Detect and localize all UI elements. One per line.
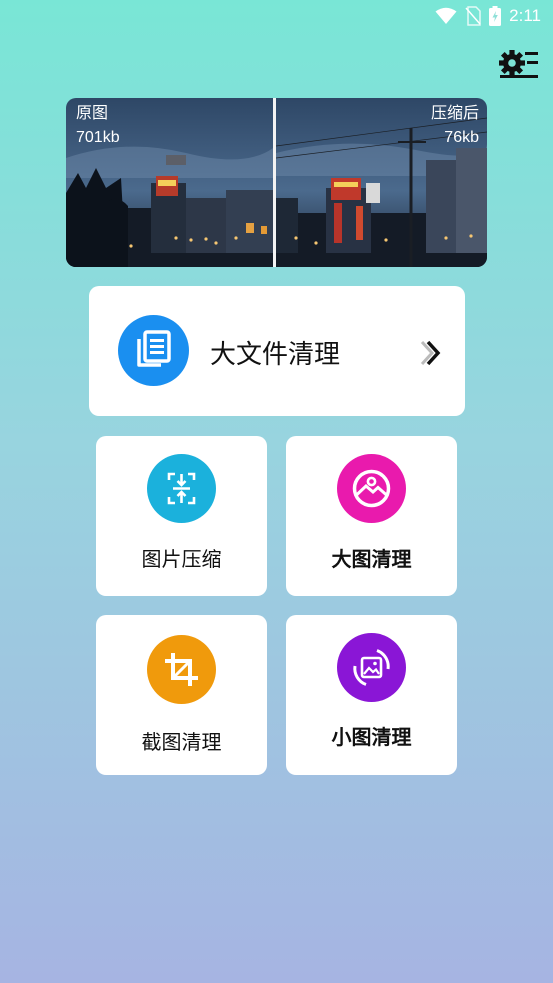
image-compress-tile[interactable]: 图片压缩: [96, 436, 267, 596]
compressed-size: 76kb: [444, 129, 479, 146]
big-file-clean-card[interactable]: 大文件清理: [89, 286, 465, 416]
compression-preview: 原图 701kb 压缩后 76kb: [66, 98, 487, 267]
chevron-right-icon: [420, 340, 441, 366]
battery-charging-icon: [489, 6, 502, 26]
crop-icon: [147, 635, 216, 704]
original-size: 701kb: [76, 129, 120, 146]
screenshot-clean-tile[interactable]: 截图清理: [96, 615, 267, 775]
big-file-clean-label: 大文件清理: [210, 340, 341, 370]
compress-icon: [147, 454, 216, 523]
no-sim-icon: [465, 6, 481, 26]
screenshot-clean-label: 截图清理: [141, 730, 222, 754]
settings-button[interactable]: [498, 46, 540, 82]
original-preview: 原图 701kb: [66, 98, 273, 267]
settings-gear-list-icon: [499, 50, 538, 78]
document-list-icon: [118, 315, 189, 386]
status-time: 2:11: [509, 6, 541, 25]
image-compress-label: 图片压缩: [141, 547, 222, 571]
status-icons: 2:11: [435, 4, 541, 28]
small-image-rotate-icon: [337, 633, 406, 702]
large-image-clean-label: 大图清理: [331, 547, 412, 571]
wifi-icon: [435, 7, 457, 24]
compressed-label: 压缩后: [430, 105, 479, 122]
large-image-clean-tile[interactable]: 大图清理: [286, 436, 457, 596]
compressed-preview: 压缩后 76kb: [276, 98, 487, 267]
image-circle-icon: [337, 454, 406, 523]
original-label: 原图: [76, 105, 109, 122]
small-image-clean-tile[interactable]: 小图清理: [286, 615, 457, 775]
small-image-clean-label: 小图清理: [331, 725, 412, 749]
status-bar: 2:11: [0, 0, 553, 32]
